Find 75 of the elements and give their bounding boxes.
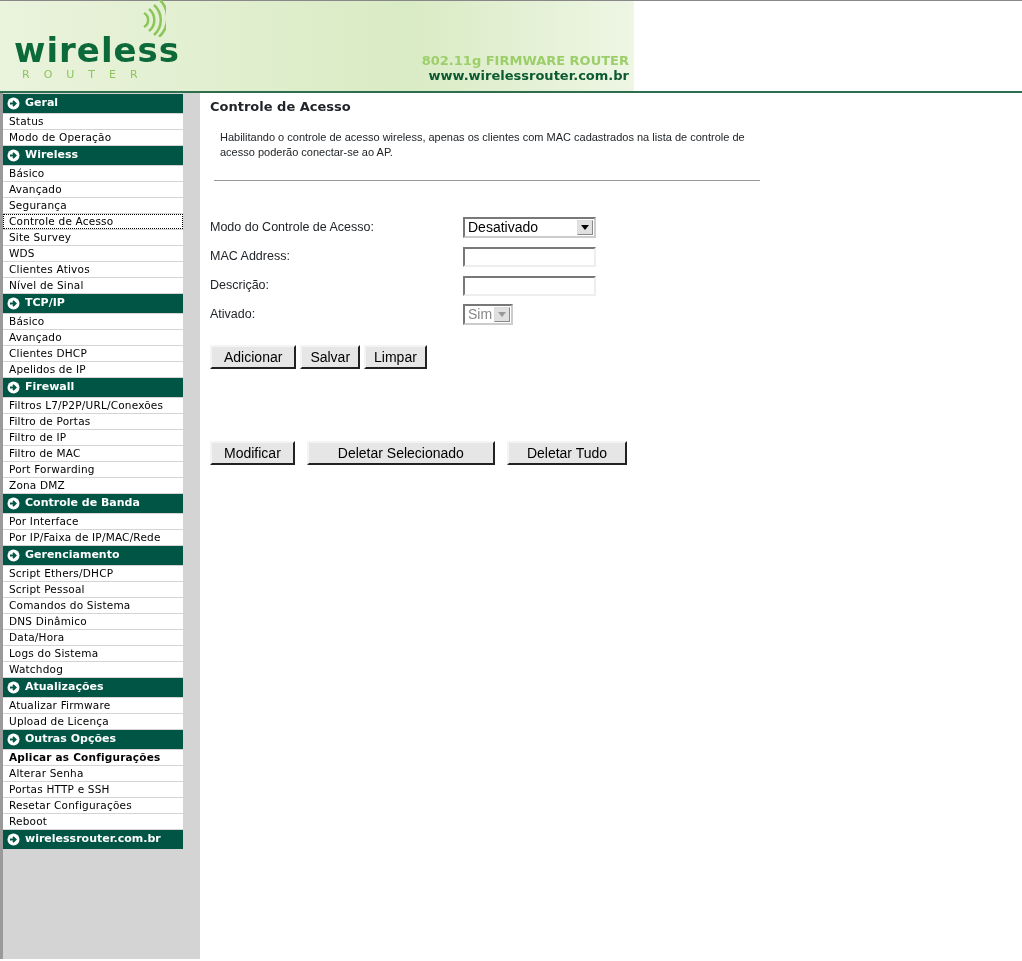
sidebar-link[interactable]: Clientes Ativos xyxy=(3,262,183,277)
sidebar-link[interactable]: Avançado xyxy=(3,182,183,197)
sidebar-section-header[interactable]: Firewall xyxy=(3,378,183,397)
sidebar-link[interactable]: Básico xyxy=(3,166,183,181)
sidebar-link[interactable]: WDS xyxy=(3,246,183,261)
arrow-circle-icon xyxy=(7,297,20,310)
sidebar-link[interactable]: DNS Dinâmico xyxy=(3,614,183,629)
form-button[interactable]: Deletar Selecionado xyxy=(306,441,495,465)
sidebar-link[interactable]: Nível de Sinal xyxy=(3,278,183,293)
sidebar-link[interactable]: Filtros L7/P2P/URL/Conexões xyxy=(3,398,183,413)
arrow-circle-icon xyxy=(7,681,20,694)
sidebar-section-header[interactable]: Geral xyxy=(3,94,183,113)
caret-down-icon xyxy=(581,225,589,230)
arrow-circle-icon xyxy=(7,497,20,510)
input-field[interactable] xyxy=(463,246,596,267)
logo-wordmark: wireless xyxy=(14,32,181,67)
sidebar-link[interactable]: Data/Hora xyxy=(3,630,183,645)
input-field[interactable] xyxy=(463,275,596,296)
field-label: MAC Address: xyxy=(210,248,291,266)
sidebar-link[interactable]: Status xyxy=(3,114,183,129)
sidebar-link[interactable]: Zona DMZ xyxy=(3,478,183,493)
sidebar-link[interactable]: Alterar Senha xyxy=(3,766,183,781)
sidebar-section-header[interactable]: Outras Opções xyxy=(3,730,183,749)
sidebar-link[interactable]: Filtro de IP xyxy=(3,430,183,445)
sidebar-link[interactable]: Clientes DHCP xyxy=(3,346,183,361)
sidebar-link[interactable]: Atualizar Firmware xyxy=(3,698,183,713)
sidebar-section-header[interactable]: TCP/IP xyxy=(3,294,183,313)
sidebar-section-header[interactable]: Gerenciamento xyxy=(3,546,183,565)
form-button[interactable]: Limpar xyxy=(364,345,427,369)
sidebar-link[interactable]: Port Forwarding xyxy=(3,462,183,477)
caret-down-icon xyxy=(498,312,506,317)
sidebar-link[interactable]: Comandos do Sistema xyxy=(3,598,183,613)
sidebar-link[interactable]: Aplicar as Configurações xyxy=(3,750,183,765)
field-label: Modo do Controle de Acesso: xyxy=(210,219,375,237)
arrow-circle-icon xyxy=(7,381,20,394)
sidebar-link[interactable]: Apelidos de IP xyxy=(3,362,183,377)
arrow-circle-icon xyxy=(7,97,20,110)
sidebar-link[interactable]: Por Interface xyxy=(3,514,183,529)
sidebar-link[interactable]: Watchdog xyxy=(3,662,183,677)
form-button[interactable]: Modificar xyxy=(210,441,295,465)
sidebar-link[interactable]: Avançado xyxy=(3,330,183,345)
description-text: Habilitando o controle de acesso wireless, apenas os clientes com MAC cadastrados na lista de controle de acesso poderão conectar-se ao AP. xyxy=(220,130,746,160)
sidebar-link[interactable]: Filtro de MAC xyxy=(3,446,183,461)
sidebar-link[interactable]: Segurança xyxy=(3,198,183,213)
sidebar-link[interactable]: Upload de Licença xyxy=(3,714,183,729)
sidebar-link[interactable]: Modo de Operação xyxy=(3,130,183,145)
sidebar-link[interactable]: Resetar Configurações xyxy=(3,798,183,813)
logo-subtitle: ROUTER xyxy=(21,66,153,83)
form-button[interactable]: Deletar Tudo xyxy=(506,441,628,465)
sidebar-section-header[interactable]: Wireless xyxy=(3,146,183,165)
website-url: www.wirelessrouter.com.br xyxy=(427,68,629,83)
sidebar-link[interactable]: Filtro de Portas xyxy=(3,414,183,429)
sidebar-section-header[interactable]: wirelessrouter.com.br xyxy=(3,830,183,849)
field-label: Ativado: xyxy=(210,306,257,324)
page-title: Controle de Acesso xyxy=(210,99,352,114)
sidebar-link[interactable]: Reboot xyxy=(3,814,183,829)
sidebar-link[interactable]: Controle de Acesso xyxy=(3,214,183,229)
field-label: Descrição: xyxy=(210,277,271,295)
arrow-circle-icon xyxy=(7,733,20,746)
sidebar-section-header[interactable]: Controle de Banda xyxy=(3,494,183,513)
tagline: 802.11g FIRMWARE ROUTER xyxy=(421,53,629,68)
sidebar-link[interactable]: Site Survey xyxy=(3,230,183,245)
sidebar-link[interactable]: Portas HTTP e SSH xyxy=(3,782,183,797)
sidebar-section-header[interactable]: Atualizações xyxy=(3,678,183,697)
arrow-circle-icon xyxy=(7,149,20,162)
arrow-circle-icon xyxy=(7,833,20,846)
sidebar-link[interactable]: Básico xyxy=(3,314,183,329)
dropdown[interactable]: Desativado xyxy=(463,217,596,238)
form-button[interactable]: Adicionar xyxy=(210,345,297,369)
form-button[interactable]: Salvar xyxy=(300,345,361,369)
sidebar-link[interactable]: Script Ethers/DHCP xyxy=(3,566,183,581)
sidebar-link[interactable]: Script Pessoal xyxy=(3,582,183,597)
sidebar-link[interactable]: Logs do Sistema xyxy=(3,646,183,661)
arrow-circle-icon xyxy=(7,549,20,562)
sidebar-link[interactable]: Por IP/Faixa de IP/MAC/Rede xyxy=(3,530,183,545)
